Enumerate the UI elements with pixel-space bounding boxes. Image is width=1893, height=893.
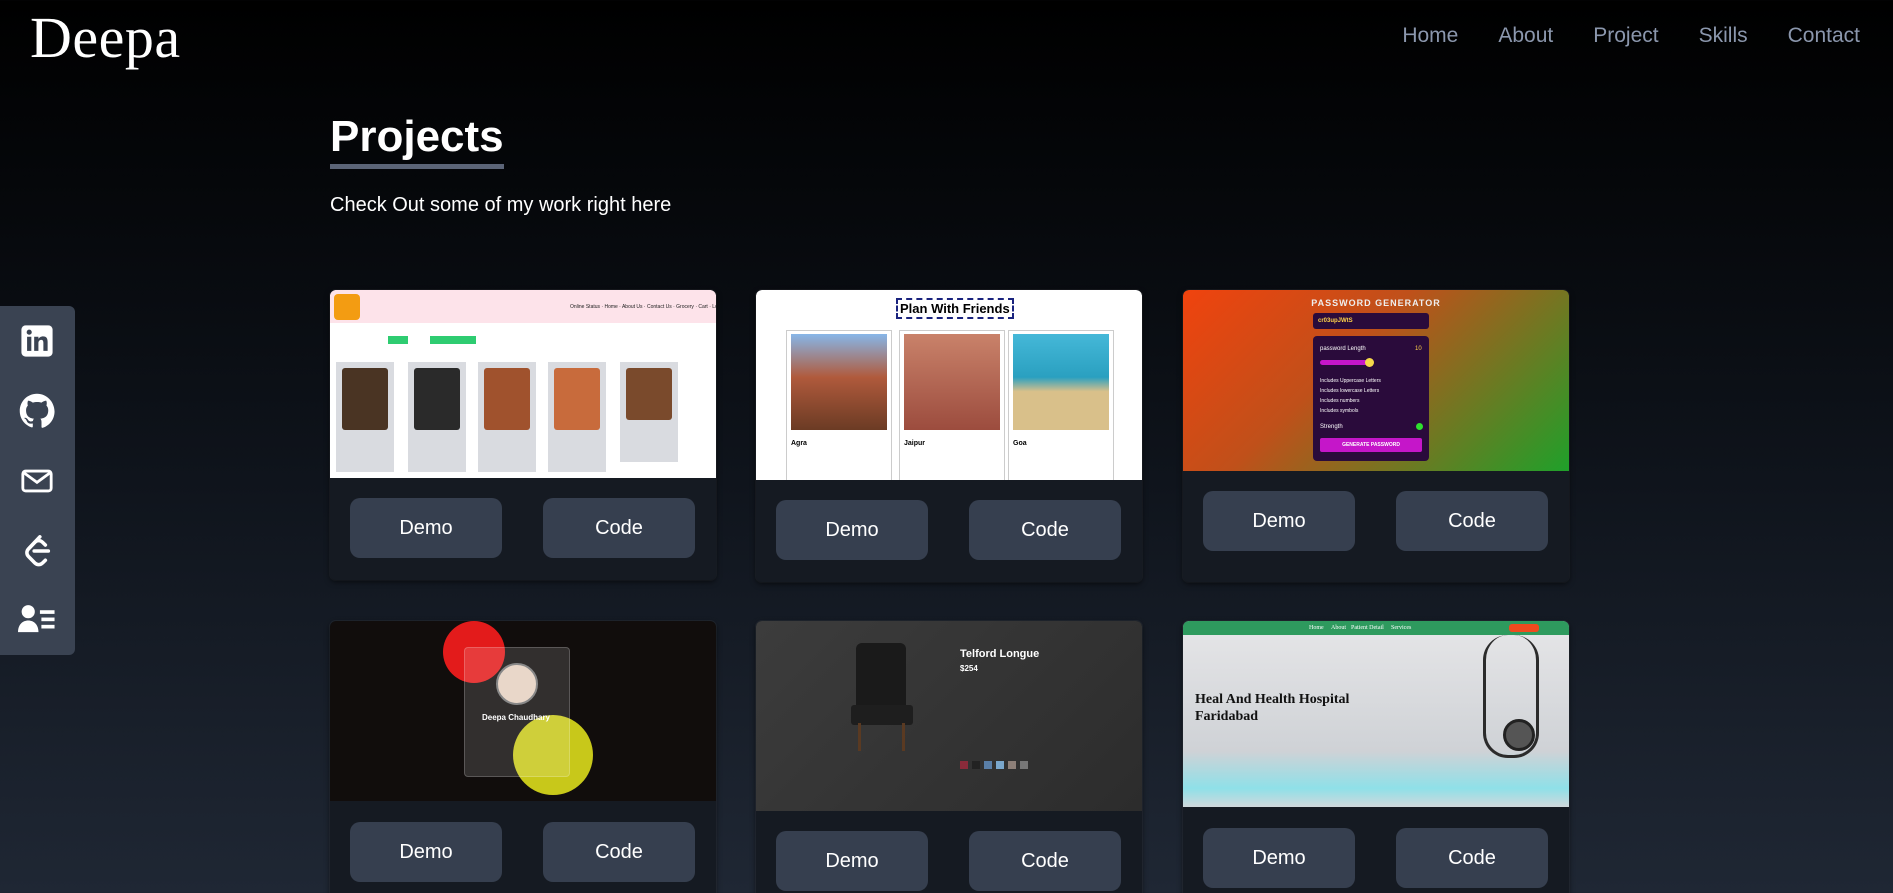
project-screenshot: Plan With Friends Agra Jaipur Goa [756,290,1142,480]
project-card-plan-with-friends: Plan With Friends Agra Jaipur Goa Demo C… [756,290,1142,582]
resume-icon[interactable] [18,600,56,638]
project-screenshot: PASSWORD GENERATOR cr03upJWtS password L… [1183,290,1569,471]
social-sidebar [0,306,75,655]
demo-button[interactable]: Demo [1203,491,1355,551]
project-card-product: Telford Longue $254 Demo Code [756,621,1142,893]
project-card-hospital: Home About Patient Detail Services Heal … [1183,621,1569,893]
nav-home[interactable]: Home [1402,24,1458,48]
demo-button[interactable]: Demo [1203,828,1355,888]
project-card-password-generator: PASSWORD GENERATOR cr03upJWtS password L… [1183,290,1569,582]
code-button[interactable]: Code [543,822,695,882]
demo-button[interactable]: Demo [776,831,928,891]
page-title: Projects [330,112,504,169]
leetcode-icon[interactable] [18,532,56,570]
shot-title: Plan With Friends [896,298,1014,319]
code-button[interactable]: Code [969,831,1121,891]
github-icon[interactable] [18,392,56,430]
project-screenshot: Online Status · Home · About Us · Contac… [330,290,716,478]
code-button[interactable]: Code [543,498,695,558]
project-card-food: Online Status · Home · About Us · Contac… [330,290,716,580]
code-button[interactable]: Code [1396,491,1548,551]
code-button[interactable]: Code [969,500,1121,560]
code-button[interactable]: Code [1396,828,1548,888]
page-subtitle: Check Out some of my work right here [330,194,672,216]
project-screenshot: Telford Longue $254 [756,621,1142,811]
project-screenshot: Deepa Chaudhary [330,621,716,801]
site-header: Deepa Home About Project Skills Contact [0,0,1893,80]
mail-icon[interactable] [18,462,56,500]
demo-button[interactable]: Demo [350,822,502,882]
site-logo[interactable]: Deepa [30,4,181,71]
demo-button[interactable]: Demo [350,498,502,558]
main-nav: Home About Project Skills Contact [1402,24,1860,48]
nav-contact[interactable]: Contact [1788,24,1860,48]
linkedin-icon[interactable] [18,322,56,360]
project-card-profile: Deepa Chaudhary Demo Code [330,621,716,893]
demo-button[interactable]: Demo [776,500,928,560]
nav-about[interactable]: About [1498,24,1553,48]
nav-project[interactable]: Project [1593,24,1658,48]
project-screenshot: Home About Patient Detail Services Heal … [1183,621,1569,807]
nav-skills[interactable]: Skills [1699,24,1748,48]
